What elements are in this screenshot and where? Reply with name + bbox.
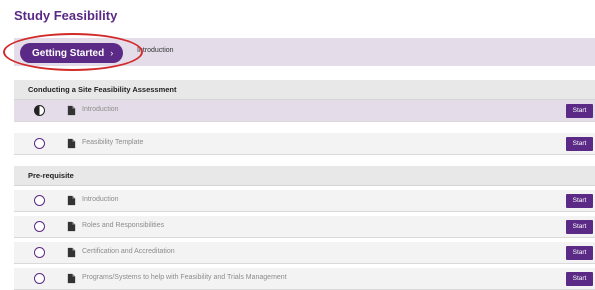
start-button[interactable]: Start [566,194,593,208]
half-filled-circle-icon [34,105,45,116]
getting-started-button[interactable]: Getting Started › [20,43,124,63]
start-button[interactable]: Start [566,220,593,234]
document-icon [67,138,76,149]
page-title: Study Feasibility [14,8,118,23]
list-item[interactable]: Programs/Systems to help with Feasibilit… [14,268,595,290]
list-item-label: Introduction [82,196,119,203]
document-icon [67,221,76,232]
document-icon [67,247,76,258]
document-icon [67,195,76,206]
list-item-label: Programs/Systems to help with Feasibilit… [82,274,287,281]
list-item-label: Introduction [82,106,119,113]
document-icon [67,273,76,284]
empty-circle-icon [34,138,45,149]
getting-started-label: Getting Started [32,48,105,59]
section-header-site-feasibility: Conducting a Site Feasibility Assessment [14,80,595,100]
list-item-label: Certification and Accreditation [82,248,175,255]
start-button[interactable]: Start [566,272,593,286]
chevron-right-icon: › [110,48,114,58]
empty-circle-icon [34,221,45,232]
start-button[interactable]: Start [566,137,593,151]
empty-circle-icon [34,273,45,284]
list-item[interactable]: Introduction Start [14,100,595,122]
list-item[interactable]: Roles and Responsibilities Start [14,216,595,238]
list-item-label: Feasibility Template [82,139,144,146]
empty-circle-icon [34,247,45,258]
empty-circle-icon [34,195,45,206]
section-header-pre-requisite: Pre-requisite [14,166,595,186]
start-button[interactable]: Start [566,246,593,260]
start-button[interactable]: Start [566,104,593,118]
list-item-label: Roles and Responsibilities [82,222,165,229]
document-icon [67,105,76,116]
list-item[interactable]: Feasibility Template Start [14,133,595,155]
breadcrumb: Introduction [137,47,174,54]
list-item[interactable]: Introduction Start [14,190,595,212]
list-item[interactable]: Certification and Accreditation Start [14,242,595,264]
